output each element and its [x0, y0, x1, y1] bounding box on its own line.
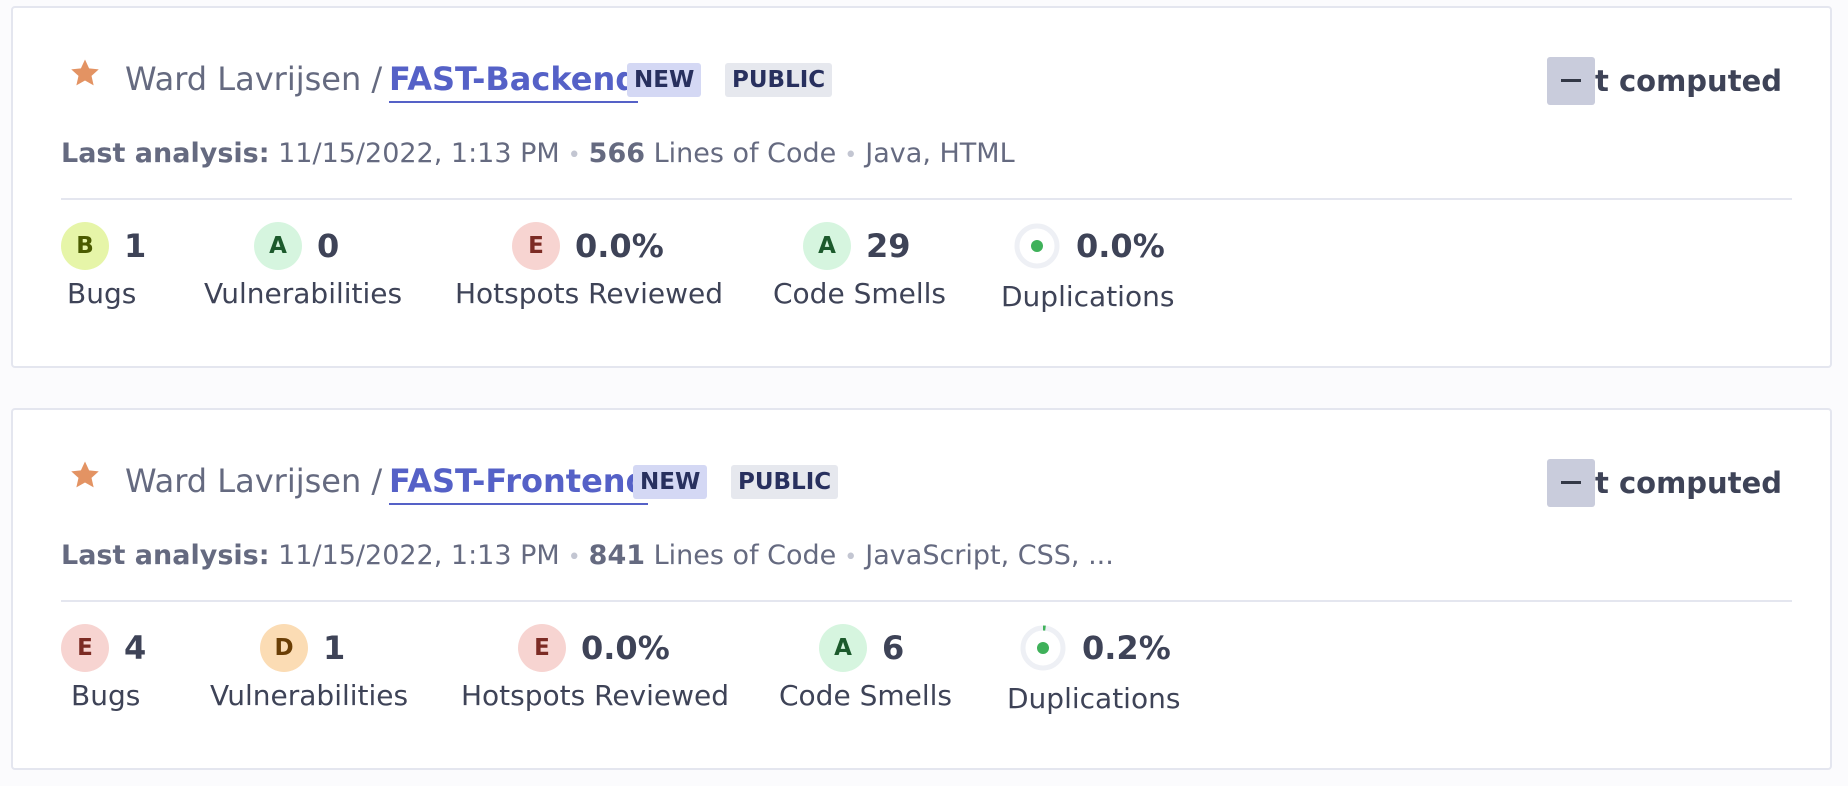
metric-value[interactable]: 0.0%: [575, 227, 664, 265]
divider: [61, 600, 1792, 602]
new-badge: NEW: [633, 465, 708, 499]
project-card: Ward Lavrijsen / FAST-Backend NEW PUBLIC…: [11, 6, 1832, 368]
metric-label: Duplications: [1001, 280, 1175, 313]
rating-badge: A: [819, 624, 867, 672]
project-owner: Ward Lavrijsen /: [125, 60, 383, 98]
last-analysis-label: Last analysis:: [61, 138, 270, 169]
loc-value: 841: [588, 540, 646, 571]
divider: [61, 198, 1792, 200]
duplication-ring-icon: [1014, 223, 1060, 269]
metric-value[interactable]: 29: [866, 227, 911, 265]
project-owner: Ward Lavrijsen /: [125, 462, 383, 500]
metric-value[interactable]: 6: [882, 629, 904, 667]
project-card: Ward Lavrijsen / FAST-Frontend NEW PUBLI…: [11, 408, 1832, 770]
last-analysis-date: 11/15/2022, 1:13 PM: [278, 138, 560, 169]
metric-value[interactable]: 1: [124, 227, 146, 265]
metric-value[interactable]: 4: [124, 629, 146, 667]
metric-value[interactable]: 0.0%: [581, 629, 670, 667]
loc-label: Lines of Code: [653, 540, 837, 571]
minus-icon: [1547, 459, 1595, 507]
separator-dot: •: [567, 143, 581, 168]
metric-label: Vulnerabilities: [204, 277, 403, 310]
metric-label: Bugs: [67, 277, 137, 310]
metric-value[interactable]: 0: [317, 227, 339, 265]
rating-badge: E: [61, 624, 109, 672]
project-meta: Last analysis: 11/15/2022, 1:13 PM • 566 L…: [61, 138, 1015, 169]
metric-label: Code Smells: [779, 679, 953, 712]
visibility-badge: PUBLIC: [731, 465, 839, 499]
metric-label: Hotspots Reviewed: [455, 277, 724, 310]
rating-badge: B: [61, 222, 109, 270]
rating-badge: E: [512, 222, 560, 270]
separator-dot: •: [567, 545, 581, 570]
metric-label: Code Smells: [773, 277, 947, 310]
project-name-link[interactable]: FAST-Backend: [389, 60, 639, 103]
star-icon[interactable]: [68, 56, 102, 90]
rating-badge: A: [254, 222, 302, 270]
languages: Java, HTML: [865, 138, 1015, 169]
metric-label: Vulnerabilities: [210, 679, 409, 712]
project-name-link[interactable]: FAST-Frontend: [389, 462, 649, 505]
rating-badge: D: [260, 624, 308, 672]
loc-value: 566: [588, 138, 646, 169]
separator-dot: •: [844, 545, 858, 570]
last-analysis-date: 11/15/2022, 1:13 PM: [278, 540, 560, 571]
loc-label: Lines of Code: [653, 138, 837, 169]
last-analysis-label: Last analysis:: [61, 540, 270, 571]
metric-label: Hotspots Reviewed: [461, 679, 730, 712]
minus-icon: [1547, 57, 1595, 105]
metric-label: Bugs: [71, 679, 141, 712]
metric-value[interactable]: 0.0%: [1076, 227, 1165, 265]
project-meta: Last analysis: 11/15/2022, 1:13 PM • 841 L…: [61, 540, 1114, 571]
metric-value[interactable]: 0.2%: [1082, 629, 1171, 667]
metric-value[interactable]: 1: [323, 629, 345, 667]
languages: JavaScript, CSS, ...: [865, 540, 1114, 571]
rating-badge: A: [803, 222, 851, 270]
metric-label: Duplications: [1007, 682, 1181, 715]
rating-badge: E: [518, 624, 566, 672]
star-icon[interactable]: [68, 458, 102, 492]
separator-dot: •: [844, 143, 858, 168]
new-badge: NEW: [627, 63, 702, 97]
visibility-badge: PUBLIC: [725, 63, 833, 97]
duplication-ring-icon: [1020, 625, 1066, 671]
